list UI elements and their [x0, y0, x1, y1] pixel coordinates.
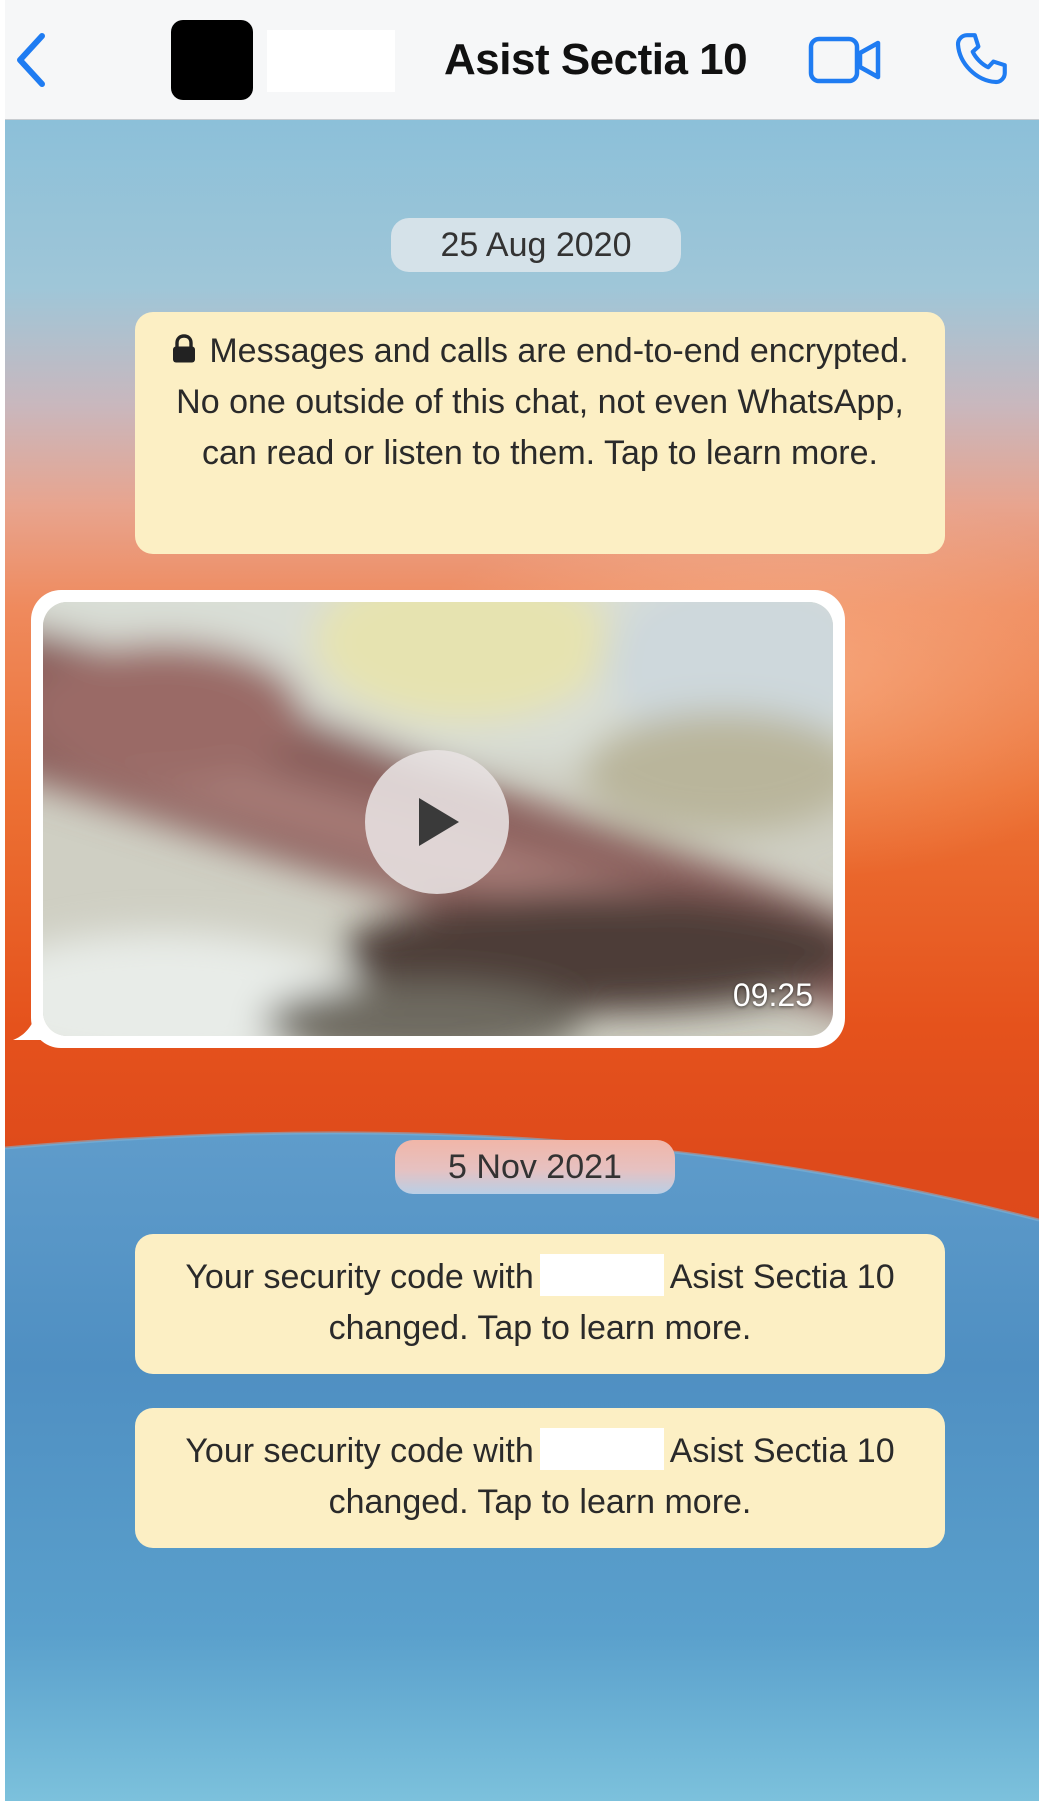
- avatar[interactable]: [171, 20, 253, 100]
- play-button[interactable]: [365, 750, 509, 894]
- video-duration: 09:25: [732, 977, 813, 1013]
- video-camera-icon: [808, 36, 881, 84]
- redacted-name: [539, 1428, 664, 1470]
- video-message[interactable]: 09:25: [31, 590, 845, 1048]
- chevron-left-icon: [17, 33, 45, 87]
- voice-call-button[interactable]: [947, 24, 1015, 94]
- lock-icon: [173, 334, 196, 363]
- date-separator: 25 Aug 2020: [391, 218, 681, 272]
- whatsapp-chat-screen: Asist Sectia 10 25 Aug 2020 Messages and…: [5, 0, 1039, 1801]
- security-notice-prefix: Your security code with: [185, 1432, 534, 1470]
- redacted-name: [539, 1254, 664, 1296]
- video-thumbnail[interactable]: 09:25: [43, 602, 833, 1036]
- video-call-button[interactable]: [807, 28, 885, 92]
- back-button[interactable]: [7, 22, 57, 98]
- encryption-notice[interactable]: Messages and calls are end-to-end encryp…: [135, 312, 945, 554]
- security-notice-prefix: Your security code with: [185, 1258, 534, 1296]
- date-separator: 5 Nov 2021: [395, 1140, 675, 1194]
- security-code-notice[interactable]: Your security code with Asist Sectia 10 c…: [135, 1234, 945, 1374]
- chat-header: Asist Sectia 10: [5, 0, 1039, 120]
- security-code-notice[interactable]: Your security code with Asist Sectia 10 c…: [135, 1408, 945, 1548]
- phone-icon: [955, 33, 1007, 85]
- encryption-notice-text: Messages and calls are end-to-end encryp…: [176, 332, 909, 472]
- redacted-name: [267, 30, 395, 92]
- play-icon: [419, 798, 459, 846]
- contact-name[interactable]: Asist Sectia 10: [444, 32, 748, 88]
- chat-area[interactable]: 25 Aug 2020 Messages and calls are end-t…: [5, 120, 1039, 1801]
